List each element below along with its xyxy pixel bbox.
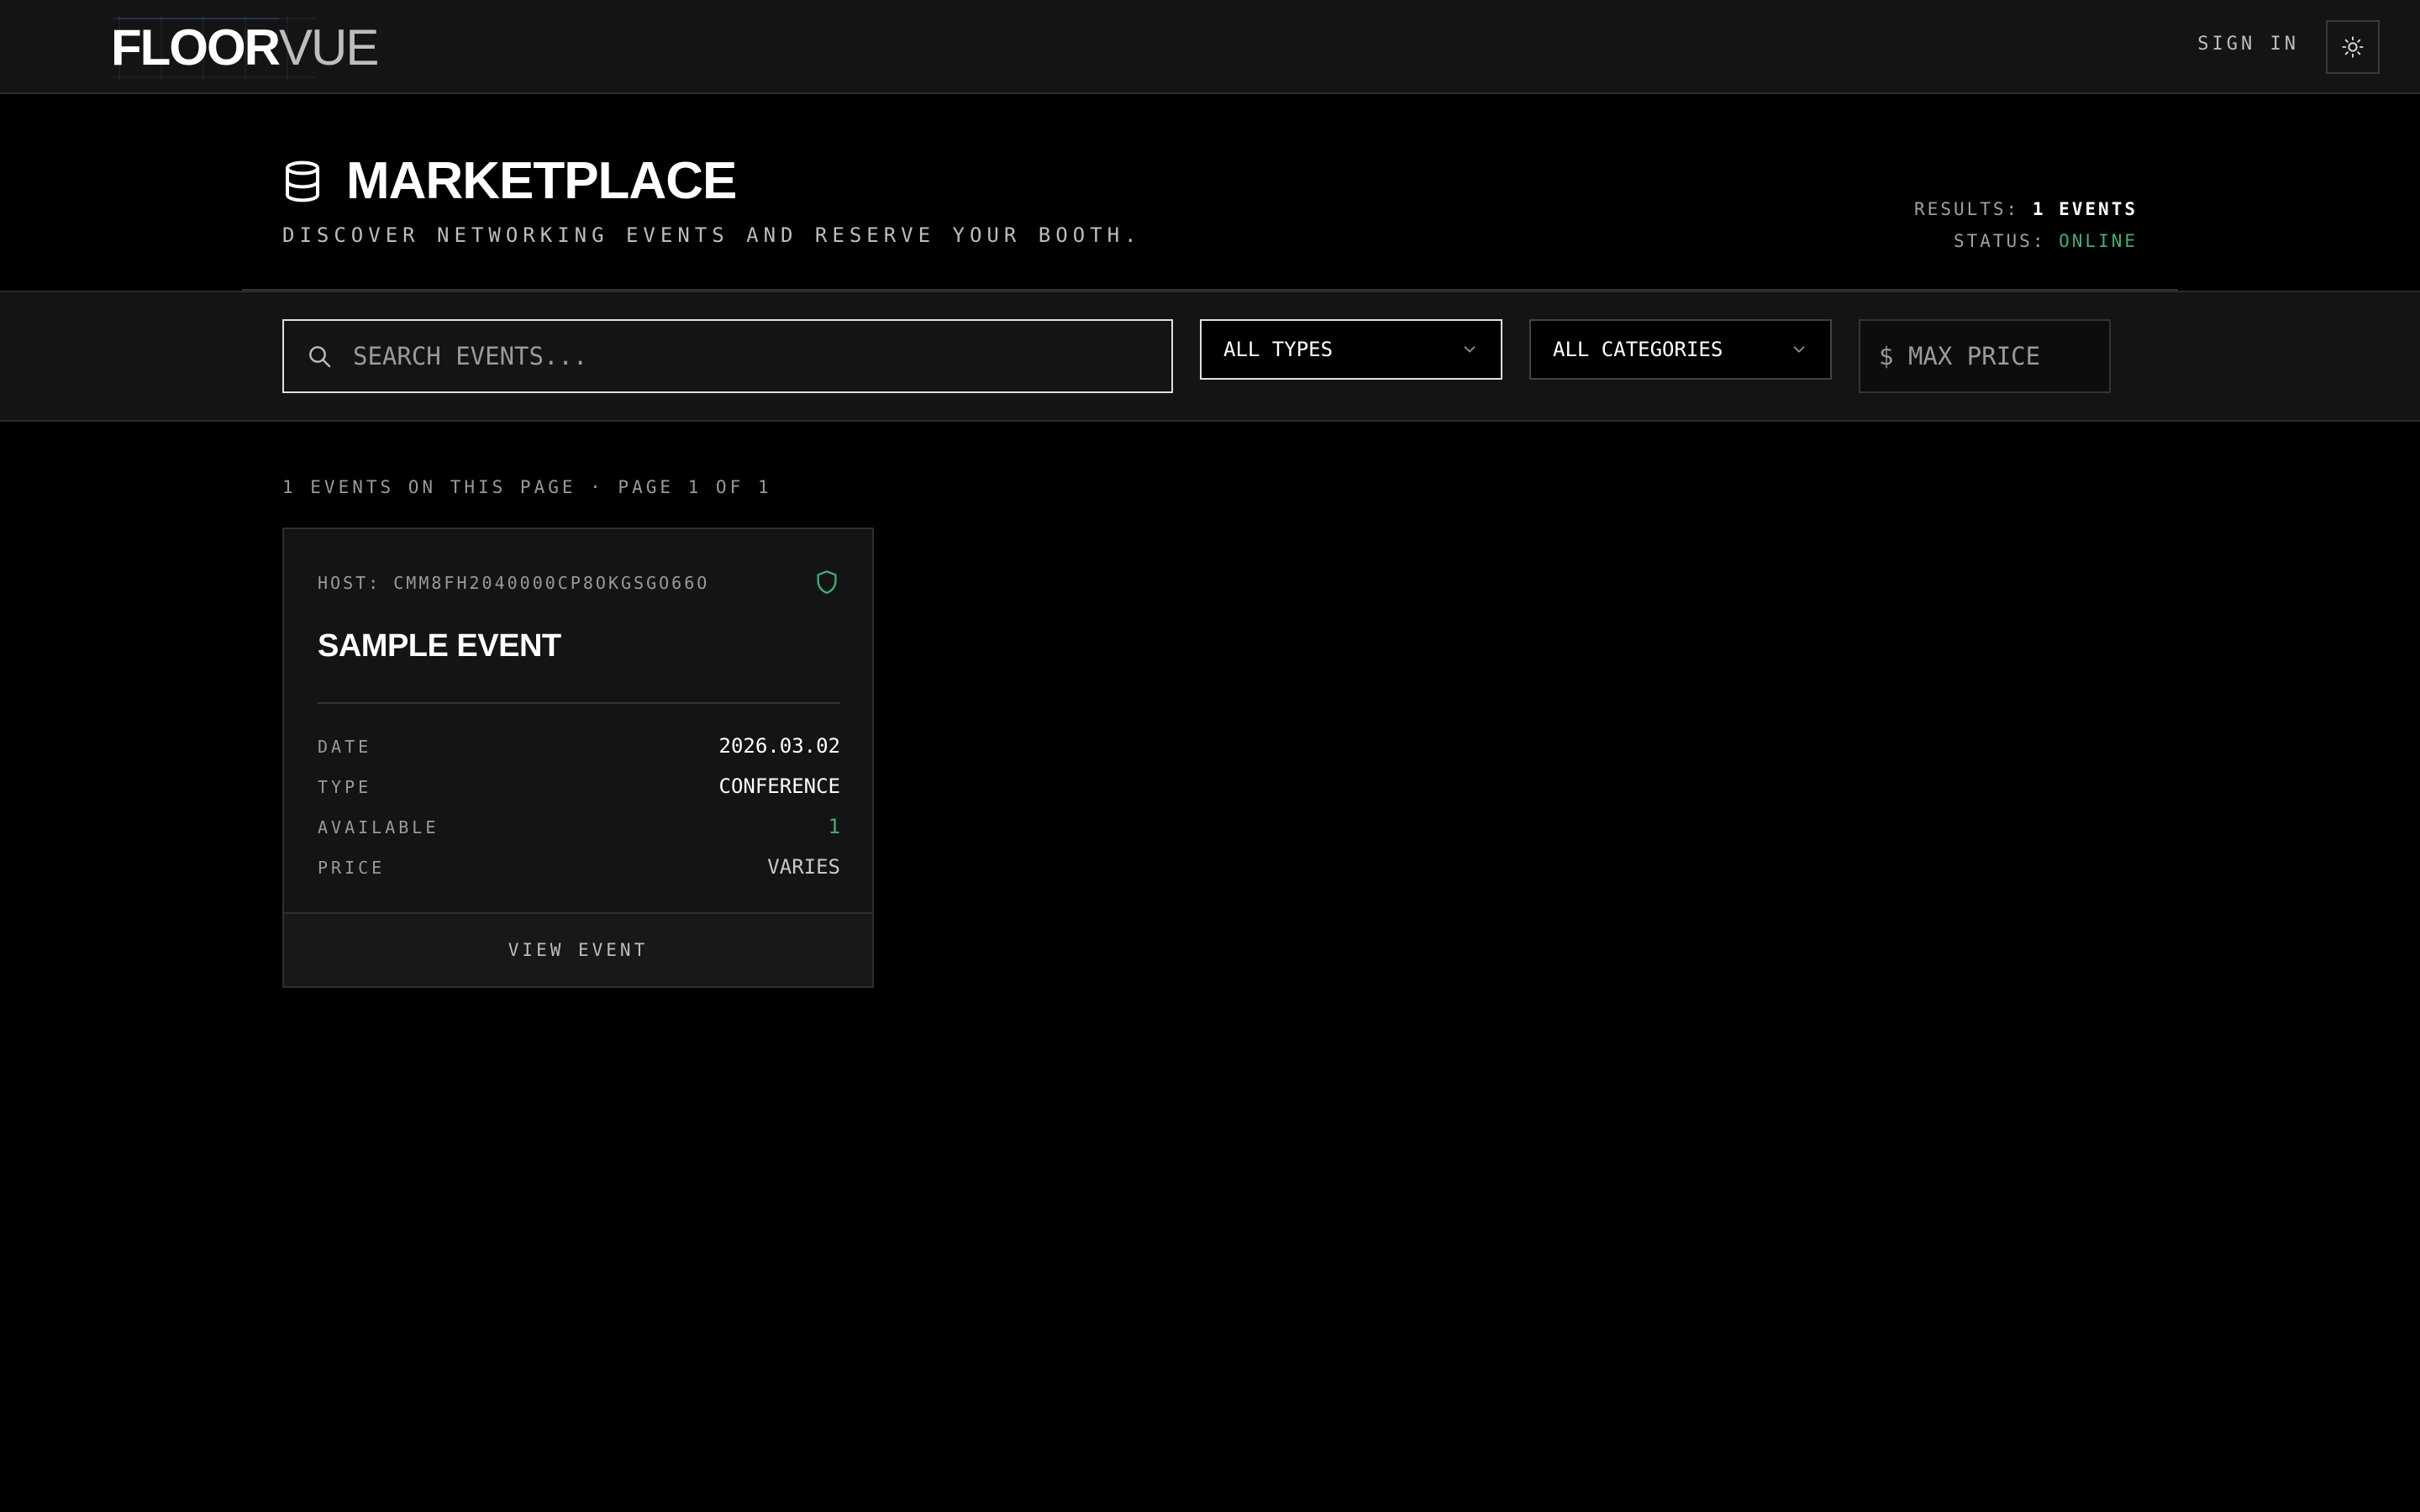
page-title: MARKETPLACE <box>346 152 737 210</box>
event-type-row: TYPE CONFERENCE <box>318 774 840 798</box>
category-select[interactable]: ALL CATEGORIES <box>1529 319 1832 380</box>
type-value: CONFERENCE <box>718 774 841 798</box>
max-price-placeholder: MAX PRICE <box>1907 342 2041 370</box>
page-header: MARKETPLACE <box>282 151 737 211</box>
top-navbar: FLOORVUE SIGN IN <box>0 0 2420 94</box>
search-input[interactable] <box>353 342 1109 370</box>
results-status-panel: RESULTS: 1 EVENTS STATUS: ONLINE <box>1914 193 2138 257</box>
event-title[interactable]: SAMPLE EVENT <box>318 628 561 664</box>
results-line: RESULTS: 1 EVENTS <box>1914 193 2138 225</box>
page-subtitle: DISCOVER NETWORKING EVENTS AND RESERVE Y… <box>282 223 1142 247</box>
chevron-down-icon <box>1464 346 1476 353</box>
category-select-value: ALL CATEGORIES <box>1553 338 1723 361</box>
logo-bold-text: FLOOR <box>111 19 281 76</box>
pagination-info: 1 EVENTS ON THIS PAGE · PAGE 1 OF 1 <box>282 477 772 497</box>
status-line: STATUS: ONLINE <box>1914 225 2138 257</box>
card-divider <box>318 702 840 704</box>
floorvue-logo[interactable]: FLOORVUE <box>111 15 379 81</box>
theme-toggle-button[interactable] <box>2326 20 2380 74</box>
database-icon <box>286 160 319 202</box>
available-value: 1 <box>828 815 840 838</box>
filter-divider <box>242 289 2178 291</box>
event-host: HOST: CMM8FH2040000CP8OKGSGO66O <box>318 573 710 593</box>
logo-wordmark: FLOORVUE <box>111 23 379 73</box>
type-select[interactable]: ALL TYPES <box>1200 319 1502 380</box>
event-card[interactable]: HOST: CMM8FH2040000CP8OKGSGO66O SAMPLE E… <box>282 528 874 988</box>
search-icon <box>309 346 331 368</box>
shield-icon <box>817 570 837 594</box>
search-box[interactable] <box>282 319 1173 393</box>
date-value: 2026.03.02 <box>718 734 841 758</box>
results-label: RESULTS: <box>1914 199 2020 219</box>
chevron-down-icon <box>1793 346 1805 353</box>
status-label: STATUS: <box>1953 231 2046 251</box>
logo-light-text: VUE <box>278 19 379 76</box>
type-label: TYPE <box>318 777 372 797</box>
event-available-row: AVAILABLE 1 <box>318 815 840 838</box>
view-event-button[interactable]: VIEW EVENT <box>284 912 872 986</box>
available-label: AVAILABLE <box>318 817 439 837</box>
status-value: ONLINE <box>2059 231 2138 251</box>
sign-in-link[interactable]: SIGN IN <box>2197 34 2299 55</box>
price-value: VARIES <box>767 855 840 879</box>
results-count: 1 EVENTS <box>2032 199 2138 219</box>
price-label: PRICE <box>318 858 386 878</box>
max-price-input[interactable]: $ MAX PRICE <box>1859 319 2111 393</box>
event-price-row: PRICE VARIES <box>318 855 840 879</box>
date-label: DATE <box>318 737 372 757</box>
type-select-value: ALL TYPES <box>1223 338 1334 361</box>
dollar-prefix: $ <box>1879 342 1894 370</box>
sun-icon <box>2342 36 2364 58</box>
event-date-row: DATE 2026.03.02 <box>318 734 840 758</box>
